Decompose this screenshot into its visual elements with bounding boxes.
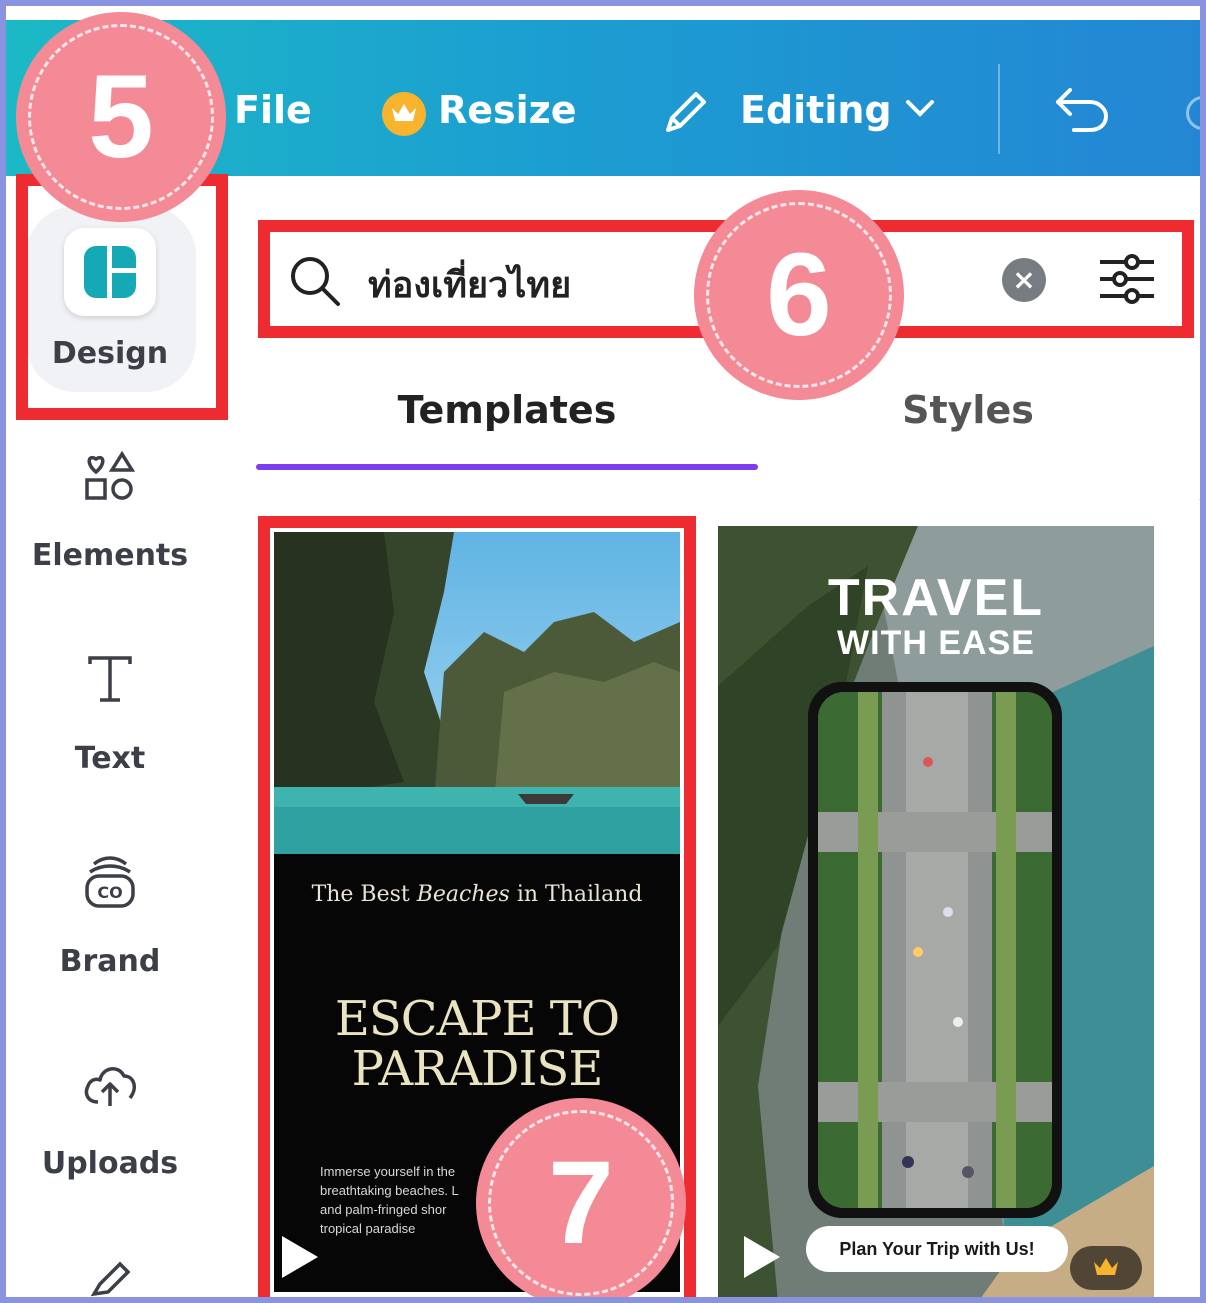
template-subtitle: WITH EASE (837, 624, 1035, 662)
sidebar-item-label-uploads[interactable]: Uploads (12, 1146, 208, 1181)
template-title: TRAVEL (827, 569, 1045, 627)
tab-templates[interactable]: Templates (256, 388, 758, 432)
step-badge-5: 5 (18, 14, 224, 220)
scrollbar[interactable] (1202, 534, 1206, 730)
editing-mode-button[interactable]: Editing (740, 88, 892, 132)
cloud-upload-icon[interactable] (82, 1058, 138, 1114)
aerial-photo (818, 692, 1052, 1208)
chevron-down-icon[interactable] (904, 96, 936, 124)
file-menu-button[interactable]: File (234, 88, 312, 132)
plan-your-trip-button: Plan Your Trip with Us! (806, 1226, 1068, 1272)
redo-icon[interactable] (1186, 96, 1200, 130)
crown-icon (382, 92, 426, 136)
sidebar-item-label-brand[interactable]: Brand (12, 944, 208, 979)
phone-mockup (808, 682, 1062, 1218)
svg-text:CO: CO (97, 883, 122, 902)
pencil-icon (658, 84, 714, 144)
step-badge-6: 6 (696, 192, 902, 398)
sidebar-item-label-elements[interactable]: Elements (12, 538, 208, 573)
canva-editor-frame: File Resize Editing Design Elements Text… (0, 0, 1206, 1303)
shapes-icon[interactable] (84, 450, 136, 506)
text-t-icon[interactable] (86, 654, 134, 708)
toolbar-divider (998, 64, 1000, 154)
scroll-up-arrow[interactable] (1199, 490, 1200, 500)
premium-crown-icon (1070, 1246, 1142, 1290)
template-card-travel-with-ease[interactable]: TRAVEL WITH EASE Plan Your Trip with Us! (718, 526, 1154, 1297)
brand-kit-icon[interactable]: CO (84, 854, 136, 914)
active-tab-indicator (256, 464, 758, 470)
step-badge-7: 7 (478, 1100, 684, 1297)
resize-button[interactable]: Resize (438, 88, 577, 132)
draw-icon[interactable] (86, 1258, 136, 1297)
undo-icon[interactable] (1052, 84, 1110, 140)
sidebar-item-label-text[interactable]: Text (12, 741, 208, 776)
play-icon[interactable] (740, 1232, 784, 1286)
